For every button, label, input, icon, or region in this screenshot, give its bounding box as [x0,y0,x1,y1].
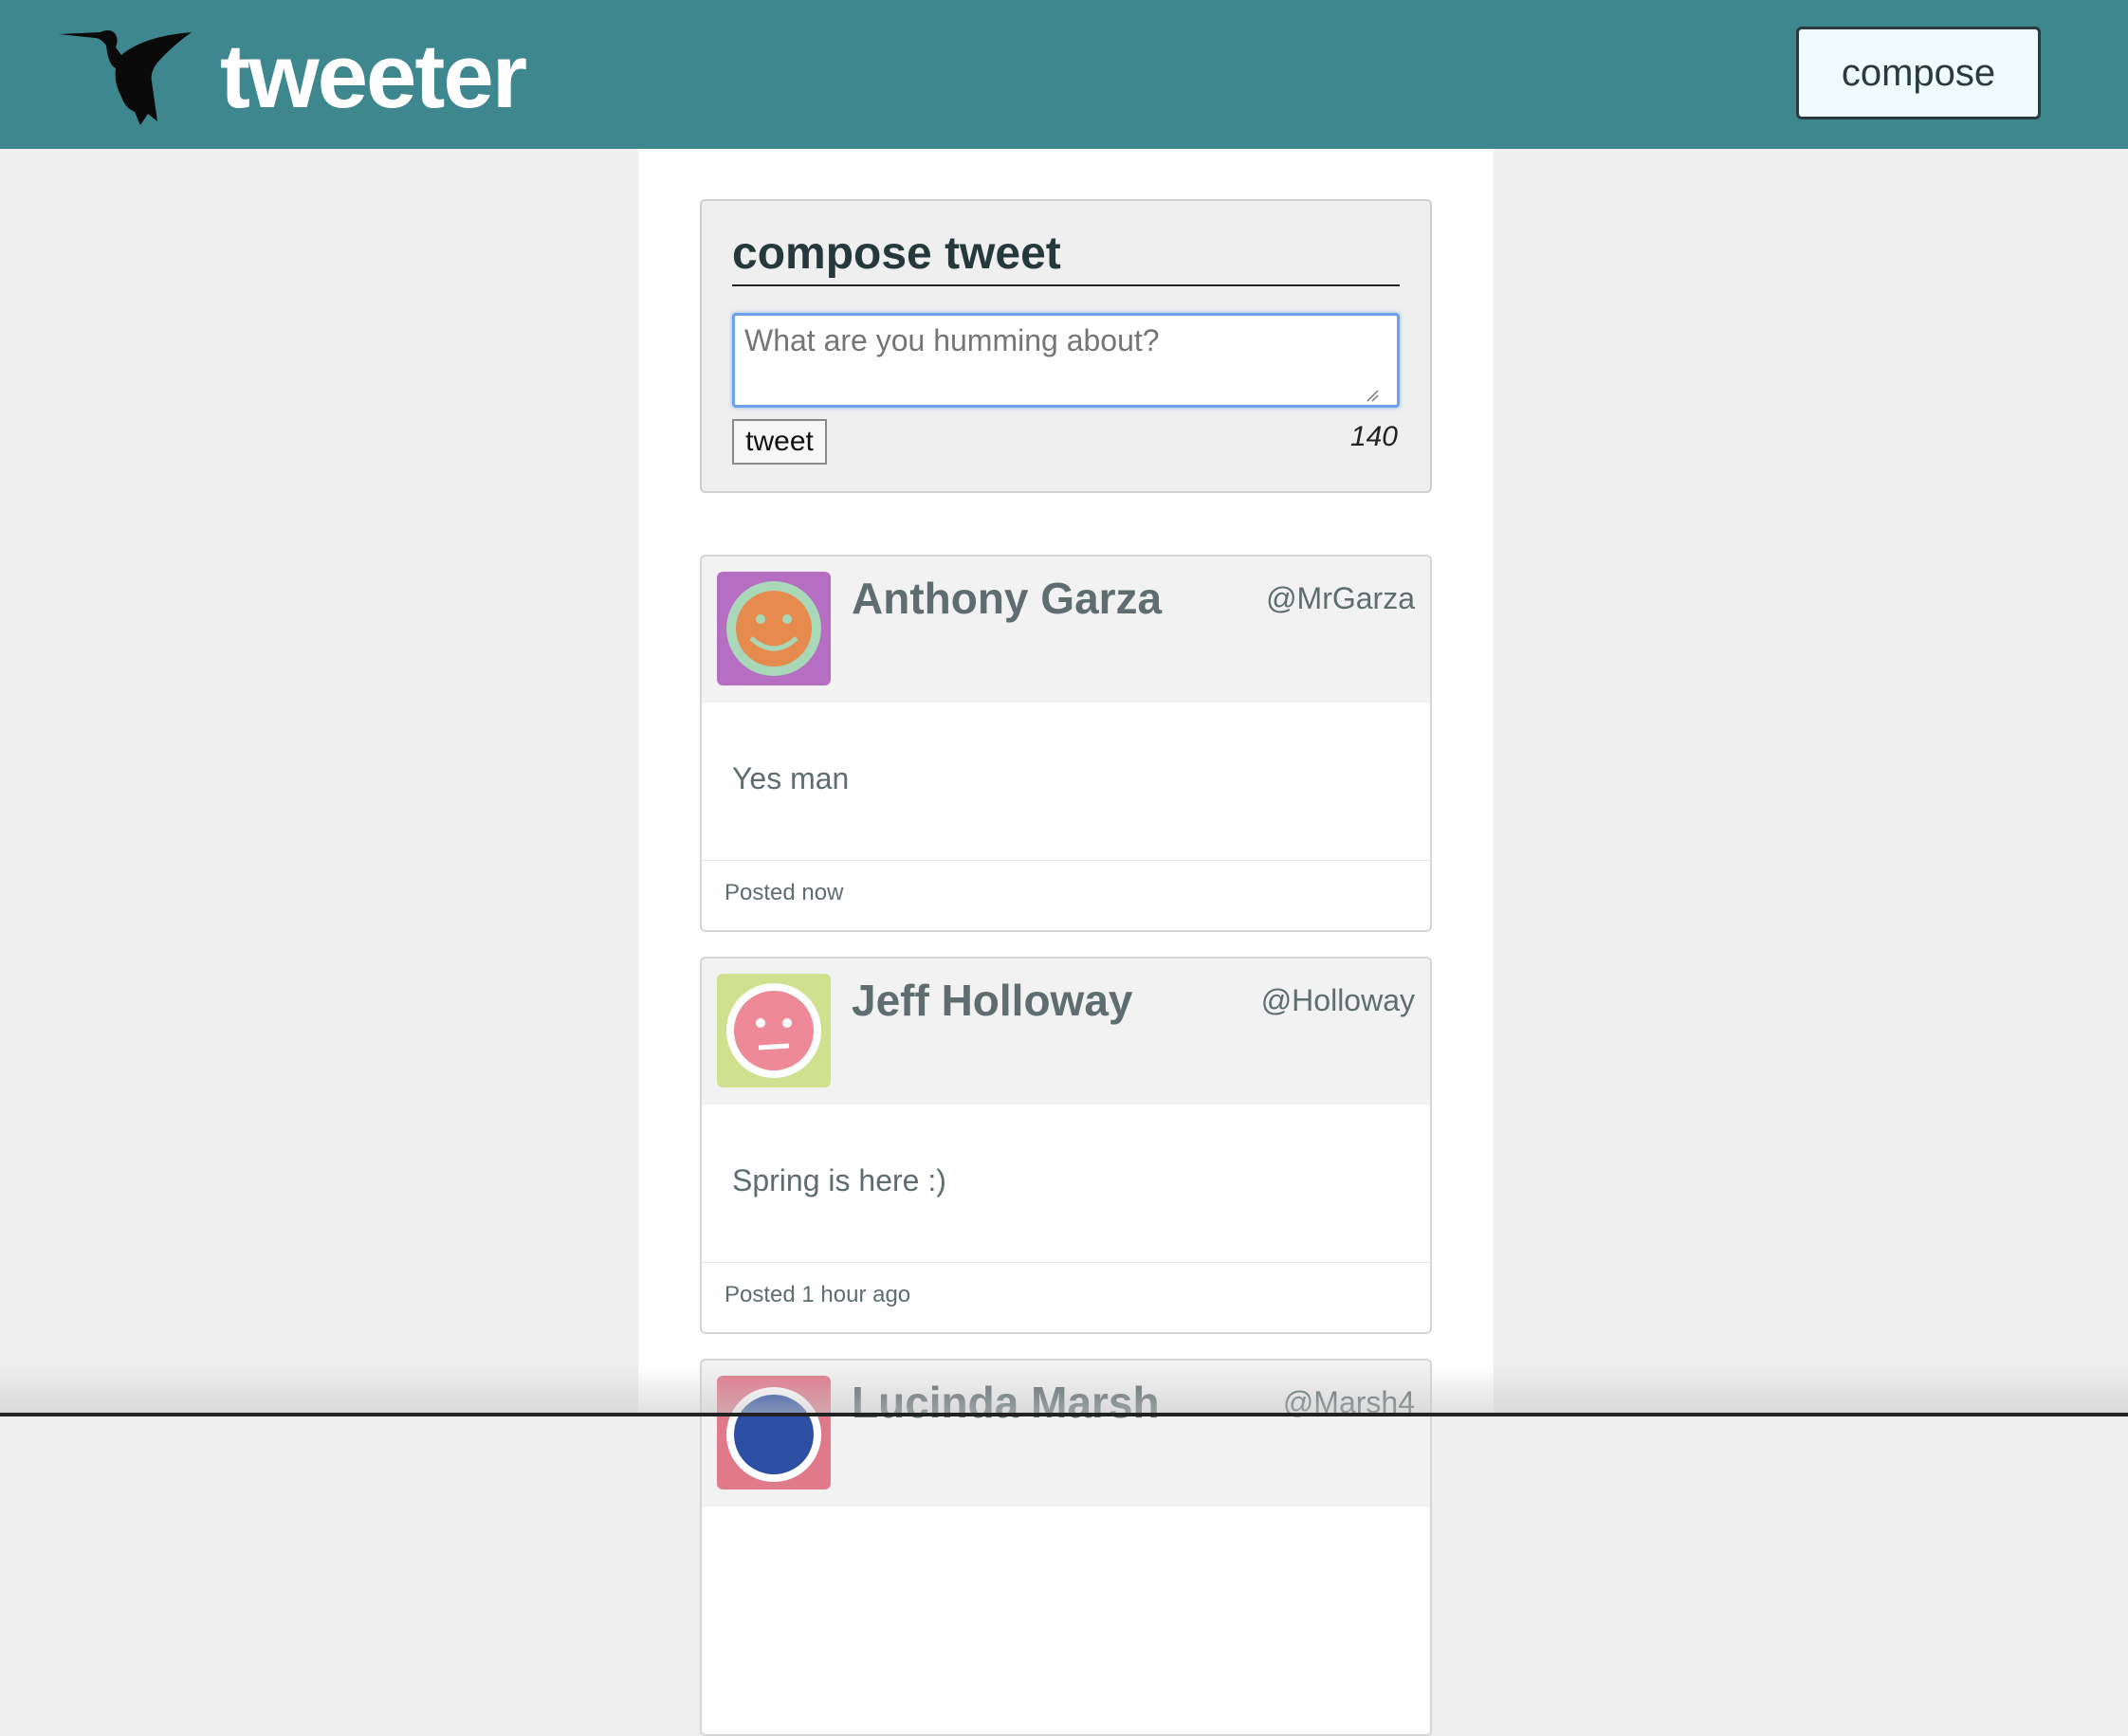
tweet-footer: Posted now [702,860,1430,930]
compose-button[interactable]: compose [1796,27,2041,119]
tweet-timestamp: Posted now [725,880,844,905]
tweet-author-name: Anthony Garza [852,574,1163,623]
hummingbird-icon [59,30,192,125]
smiley-avatar-icon [717,572,831,685]
tweet-text: Spring is here :) [732,1163,946,1197]
tweet-submit-button[interactable]: tweet [732,419,827,465]
tweet-card: Anthony Garza @MrGarza Yes man Posted no… [700,555,1432,932]
tweet-text: Yes man [732,761,850,795]
brand-title[interactable]: tweeter [220,25,527,129]
compose-title: compose tweet [732,226,1400,286]
tweet-author-name: Jeff Holloway [852,976,1133,1025]
face-avatar-icon [717,1376,831,1489]
window-bottom-edge [0,1413,2128,1416]
tweet-card: Jeff Holloway @Holloway Spring is here :… [700,957,1432,1334]
tweet-author-name: Lucinda Marsh [852,1378,1160,1427]
top-nav-bar: tweeter compose [0,0,2128,149]
tweet-header: Anthony Garza @MrGarza [702,557,1430,703]
main-column: compose tweet What are you humming about… [638,149,1494,1736]
tweet-header: Lucinda Marsh @Marsh4 [702,1361,1430,1507]
neutral-face-avatar-icon [717,974,831,1087]
tweet-author-handle: @Holloway [1260,983,1415,1017]
tweet-text-input[interactable]: What are you humming about? [732,313,1400,408]
tweet-header: Jeff Holloway @Holloway [702,959,1430,1105]
char-counter: 140 [1349,421,1398,452]
tweet-author-handle: @MrGarza [1266,581,1415,615]
compose-tweet-panel: compose tweet What are you humming about… [700,199,1432,493]
tweet-footer: Posted 1 hour ago [702,1262,1430,1332]
tweet-timestamp: Posted 1 hour ago [725,1282,911,1307]
resize-grip-icon[interactable] [1366,389,1379,402]
